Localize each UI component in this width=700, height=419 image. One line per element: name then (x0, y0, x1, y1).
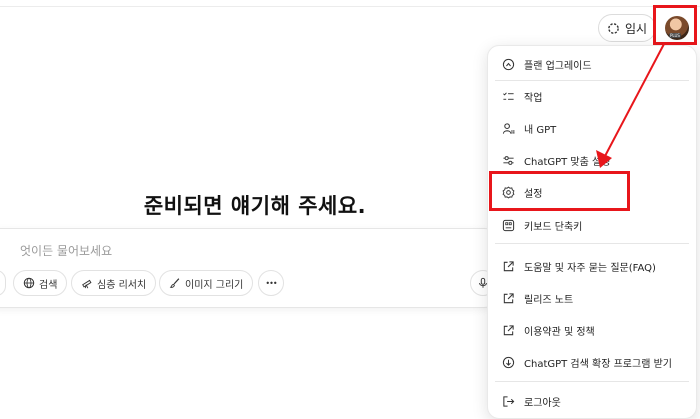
menu-item-label: 플랜 업그레이드 (524, 60, 592, 72)
extension-icon (502, 356, 515, 369)
draw-image-label: 이미지 그리기 (185, 279, 244, 291)
menu-item-terms-policies[interactable]: 이용약관 및 정책 (502, 322, 595, 338)
globe-icon (23, 277, 35, 289)
menu-item-label: 릴리즈 노트 (524, 294, 574, 306)
menu-item-help-faq[interactable]: 도움말 및 자주 묻는 질문(FAQ) (502, 258, 656, 274)
external-link-icon (502, 292, 515, 305)
menu-item-label: 키보드 단축키 (524, 221, 583, 233)
menu-item-label: 이용약관 및 정책 (524, 326, 595, 338)
menu-item-label: 내 GPT (524, 124, 557, 136)
temporary-chat-button[interactable]: 임시 (598, 14, 656, 42)
menu-divider (495, 80, 689, 81)
page-title: 준비되면 얘기해 주세요. (143, 194, 367, 218)
keyboard-icon (502, 219, 515, 232)
search-button[interactable]: 검색 (13, 270, 68, 296)
more-dots-icon: ••• (265, 278, 277, 288)
menu-divider (495, 381, 689, 382)
deep-research-label: 심층 리서치 (97, 279, 147, 291)
my-gpt-icon (502, 122, 515, 135)
menu-divider (495, 243, 689, 244)
menu-item-my-gpt[interactable]: 내 GPT (502, 120, 556, 136)
menu-item-label: ChatGPT 검색 확장 프로그램 받기 (524, 358, 672, 370)
menu-item-keyboard-shortcuts[interactable]: 키보드 단축키 (502, 217, 582, 233)
temporary-chat-label: 임시 (624, 21, 648, 36)
menu-item-customize[interactable]: ChatGPT 맞춤 설정 (502, 152, 610, 168)
menu-item-search-extension[interactable]: ChatGPT 검색 확장 프로그램 받기 (502, 354, 672, 370)
top-divider (0, 6, 700, 7)
menu-item-tasks[interactable]: 작업 (502, 88, 542, 104)
dashed-circle-icon (607, 22, 620, 35)
avatar-highlight-box (653, 5, 697, 45)
deep-research-button[interactable]: 심층 리서치 (71, 270, 157, 296)
prompt-input[interactable]: 엇이든 물어보세요 (20, 242, 320, 259)
paintbrush-icon (169, 277, 181, 289)
logout-icon (502, 395, 515, 408)
menu-item-label: 도움말 및 자주 묻는 질문(FAQ) (524, 262, 656, 274)
external-link-icon (502, 260, 515, 273)
composer-box (0, 228, 502, 308)
more-tools-button[interactable]: ••• (258, 270, 284, 296)
customize-icon (502, 154, 515, 167)
draw-image-button[interactable]: 이미지 그리기 (159, 270, 254, 296)
menu-item-logout[interactable]: 로그아웃 (502, 393, 561, 409)
menu-item-release-notes[interactable]: 릴리즈 노트 (502, 290, 573, 306)
menu-item-label: 작업 (524, 92, 543, 104)
settings-highlight-box (489, 171, 630, 211)
external-link-icon (502, 324, 515, 337)
tasks-icon (502, 90, 515, 103)
telescope-icon (81, 277, 93, 289)
menu-item-label: 로그아웃 (524, 397, 561, 409)
menu-item-label: ChatGPT 맞춤 설정 (524, 156, 611, 168)
menu-item-upgrade-plan[interactable]: 플랜 업그레이드 (502, 56, 592, 72)
upgrade-icon (502, 58, 515, 71)
search-label: 검색 (39, 279, 58, 291)
